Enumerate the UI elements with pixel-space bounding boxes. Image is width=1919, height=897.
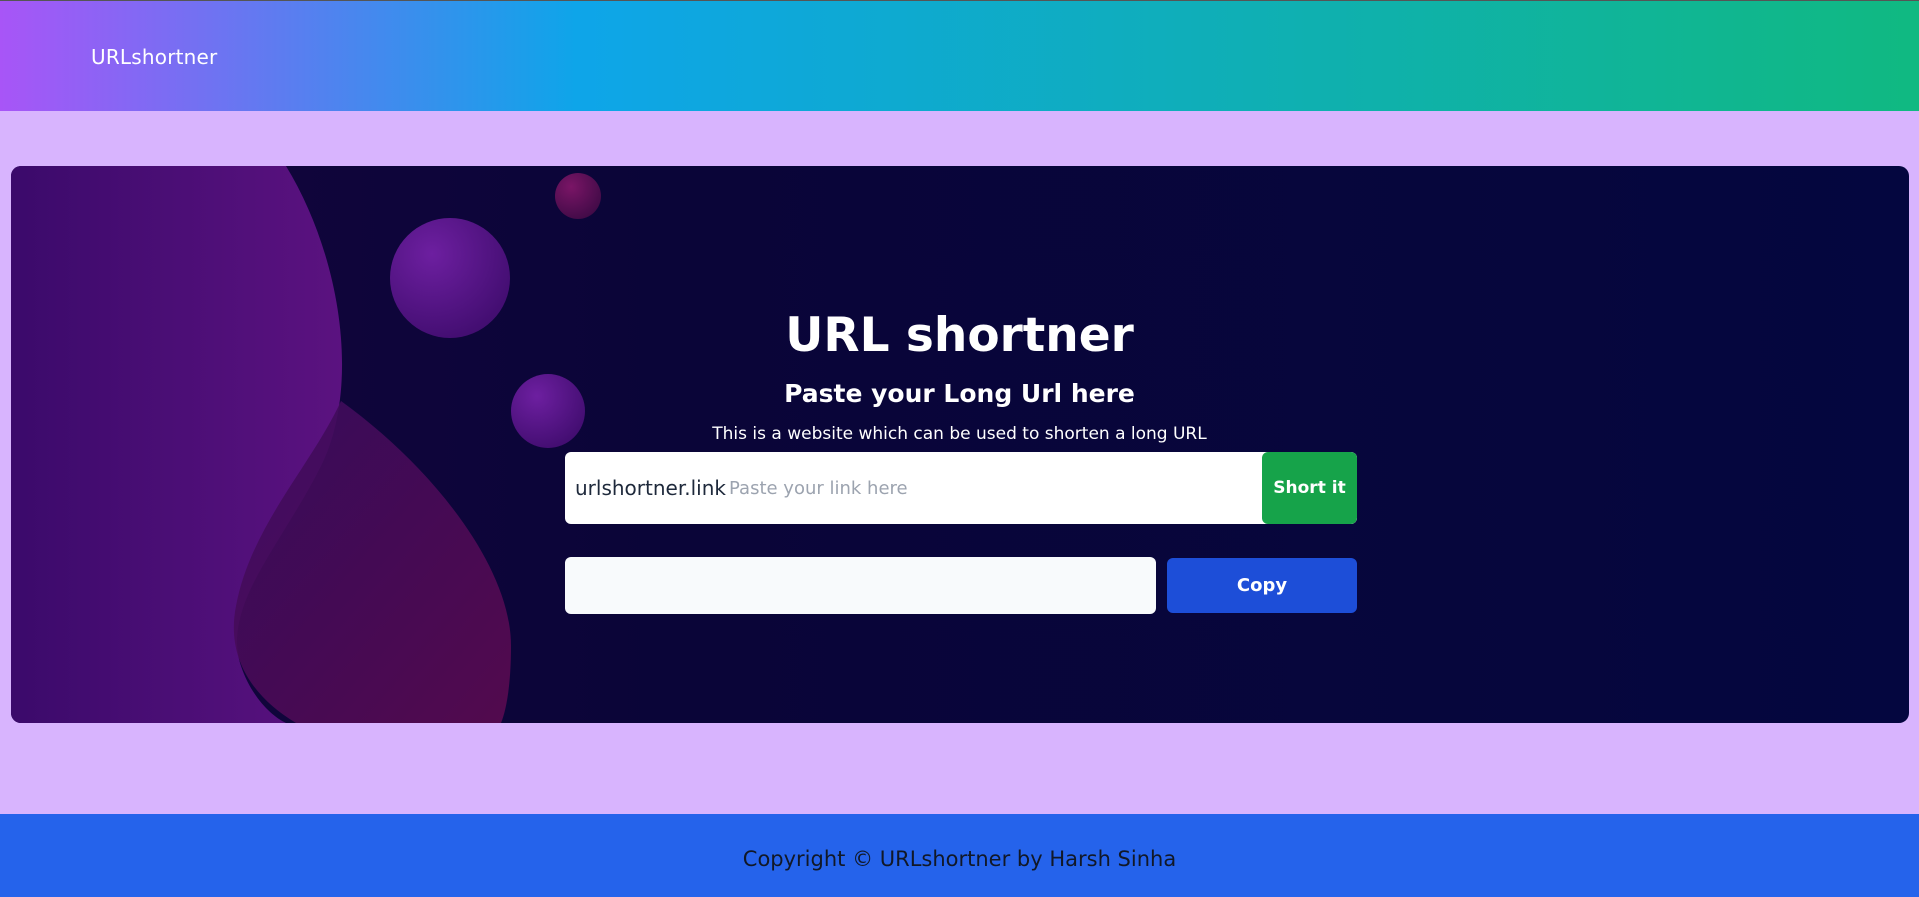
footer-copyright: Copyright © URLshortner by Harsh Sinha: [742, 847, 1177, 871]
brand-link[interactable]: URLshortner: [91, 45, 217, 69]
page-subtitle: Paste your Long Url here: [784, 378, 1135, 408]
page-description: This is a website which can be used to s…: [712, 424, 1207, 444]
short-url-output[interactable]: [565, 557, 1156, 614]
page-title: URL shortner: [785, 308, 1134, 364]
navbar: URLshortner: [0, 0, 1919, 111]
short-it-button[interactable]: Short it: [1262, 452, 1357, 524]
domain-prefix: urlshortner.link: [575, 476, 726, 500]
copy-button[interactable]: Copy: [1167, 558, 1357, 613]
long-url-input[interactable]: [729, 452, 1329, 524]
shorten-input-group: urlshortner.link Short it: [565, 452, 1357, 524]
